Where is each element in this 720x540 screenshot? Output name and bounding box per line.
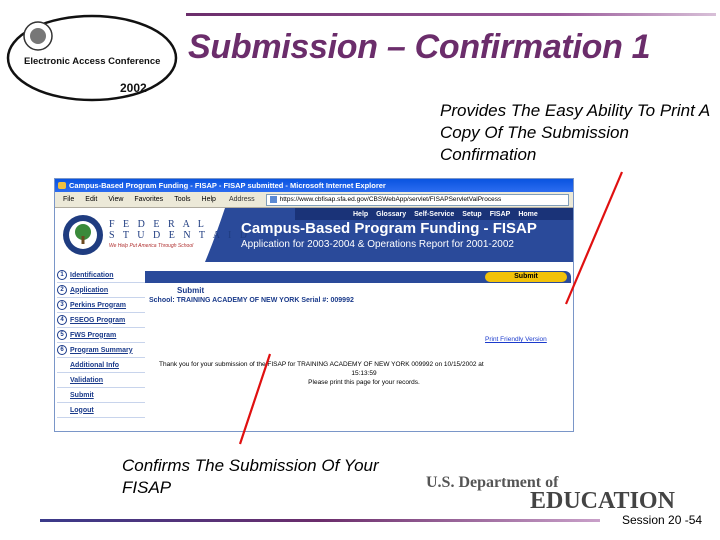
nav-item-label: FSEOG Program xyxy=(70,316,126,324)
nav-item-label: FWS Program xyxy=(70,331,117,339)
fsa-line1: F E D E R A L xyxy=(109,219,207,230)
logo-year-text: 2002 xyxy=(120,81,147,95)
nav-fisap[interactable]: FISAP xyxy=(490,211,511,218)
nav-item-additional-info[interactable]: Additional Info xyxy=(57,358,145,373)
print-friendly-link[interactable]: Print Friendly Version xyxy=(485,336,547,343)
menu-favorites[interactable]: Favorites xyxy=(134,192,163,208)
slide-title: Submission – Confirmation 1 xyxy=(188,28,651,66)
app-subtitle: Application for 2003-2004 & Operations R… xyxy=(241,239,514,250)
fsa-tagline: We Help Put America Through School xyxy=(109,243,194,249)
submit-bar: Submit xyxy=(145,271,571,283)
doe-logo: U.S. Department of EDUCATION xyxy=(426,474,676,510)
bottom-divider xyxy=(40,519,600,522)
browser-screenshot: Campus-Based Program Funding - FISAP - F… xyxy=(54,178,574,432)
nav-home[interactable]: Home xyxy=(518,211,537,218)
fsa-line2: S T U D E N T A I D xyxy=(109,230,250,241)
confirmation-message: Thank you for your submission of the FIS… xyxy=(159,360,569,387)
nav-item-validation[interactable]: Validation xyxy=(57,373,145,388)
nav-item-label: Application xyxy=(70,286,109,294)
nav-item-program-summary[interactable]: 6 Program Summary xyxy=(57,343,145,358)
nav-item-label: Additional Info xyxy=(70,361,119,369)
session-label: Session 20 -54 xyxy=(622,513,703,527)
submit-button[interactable]: Submit xyxy=(485,272,567,282)
nav-item-label: Validation xyxy=(70,376,104,384)
ie-icon xyxy=(58,182,66,189)
nav-item-label: Program Summary xyxy=(70,346,133,354)
confirmation-time: 15:13:59 xyxy=(351,370,377,377)
address-url: https://www.cbfisap.sfa.ed.gov/CBSWebApp… xyxy=(279,195,502,203)
page-icon xyxy=(269,196,277,203)
step-number: 2 xyxy=(57,285,67,295)
logo-conference-text: Electronic Access Conference xyxy=(24,56,160,67)
nav-item-label: Identification xyxy=(70,271,114,279)
nav-item-label: Submit xyxy=(70,391,94,399)
app-title: Campus-Based Program Funding - FISAP xyxy=(241,220,537,237)
menu-view[interactable]: View xyxy=(108,192,123,208)
confirmation-line: Thank you for your submission of the FIS… xyxy=(159,361,484,368)
doe-bottom-text: EDUCATION xyxy=(530,488,676,510)
nav-setup[interactable]: Setup xyxy=(462,211,481,218)
department-seal-icon xyxy=(63,215,103,255)
section-heading: Submit xyxy=(177,286,205,295)
nav-self-service[interactable]: Self-Service xyxy=(414,211,454,218)
top-divider xyxy=(186,13,716,16)
step-number: 3 xyxy=(57,300,67,310)
nav-item-label: Perkins Program xyxy=(70,301,127,309)
menu-bar: File Edit View Favorites Tools Help Addr… xyxy=(55,192,573,208)
web-page: Help Glossary Self-Service Setup FISAP H… xyxy=(55,208,573,431)
menu-edit[interactable]: Edit xyxy=(85,192,97,208)
menu-file[interactable]: File xyxy=(63,192,74,208)
left-nav: 1 Identification 2 Application 3 Perkins Pr… xyxy=(57,268,145,418)
window-titlebar: Campus-Based Program Funding - FISAP - F… xyxy=(55,179,573,192)
nav-item-fseog[interactable]: 4 FSEOG Program xyxy=(57,313,145,328)
step-number: 1 xyxy=(57,270,67,280)
nav-item-identification[interactable]: 1 Identification xyxy=(57,268,145,283)
nav-item-logout[interactable]: Logout xyxy=(57,403,145,418)
address-bar[interactable]: https://www.cbfisap.sfa.ed.gov/CBSWebApp… xyxy=(265,193,569,206)
callout-line-print xyxy=(564,171,624,305)
fsa-wordmark: F E D E R A L S T U D E N T A I D xyxy=(109,219,250,241)
nav-glossary[interactable]: Glossary xyxy=(376,211,406,218)
callout-print: Provides The Easy Ability To Print A Cop… xyxy=(440,101,710,164)
menu-tools[interactable]: Tools xyxy=(174,192,190,208)
nav-item-perkins[interactable]: 3 Perkins Program xyxy=(57,298,145,313)
school-serial-line: School: TRAINING ACADEMY OF NEW YORK Ser… xyxy=(149,297,354,304)
menu-help[interactable]: Help xyxy=(202,192,216,208)
conference-logo: Electronic Access Conference 2002 xyxy=(6,14,178,102)
callout-confirm: Confirms The Submission Of Your FISAP xyxy=(122,456,379,497)
site-nav: Help Glossary Self-Service Setup FISAP H… xyxy=(353,209,546,220)
print-instruction: Please print this page for your records. xyxy=(308,379,420,386)
nav-item-fws[interactable]: 5 FWS Program xyxy=(57,328,145,343)
step-number: 6 xyxy=(57,345,67,355)
nav-item-application[interactable]: 2 Application xyxy=(57,283,145,298)
nav-help[interactable]: Help xyxy=(353,211,368,218)
nav-item-label: Logout xyxy=(70,406,94,414)
window-title: Campus-Based Program Funding - FISAP - F… xyxy=(69,181,386,190)
nav-item-submit[interactable]: Submit xyxy=(57,388,145,403)
step-number: 5 xyxy=(57,330,67,340)
step-number: 4 xyxy=(57,315,67,325)
address-label: Address xyxy=(228,195,255,203)
